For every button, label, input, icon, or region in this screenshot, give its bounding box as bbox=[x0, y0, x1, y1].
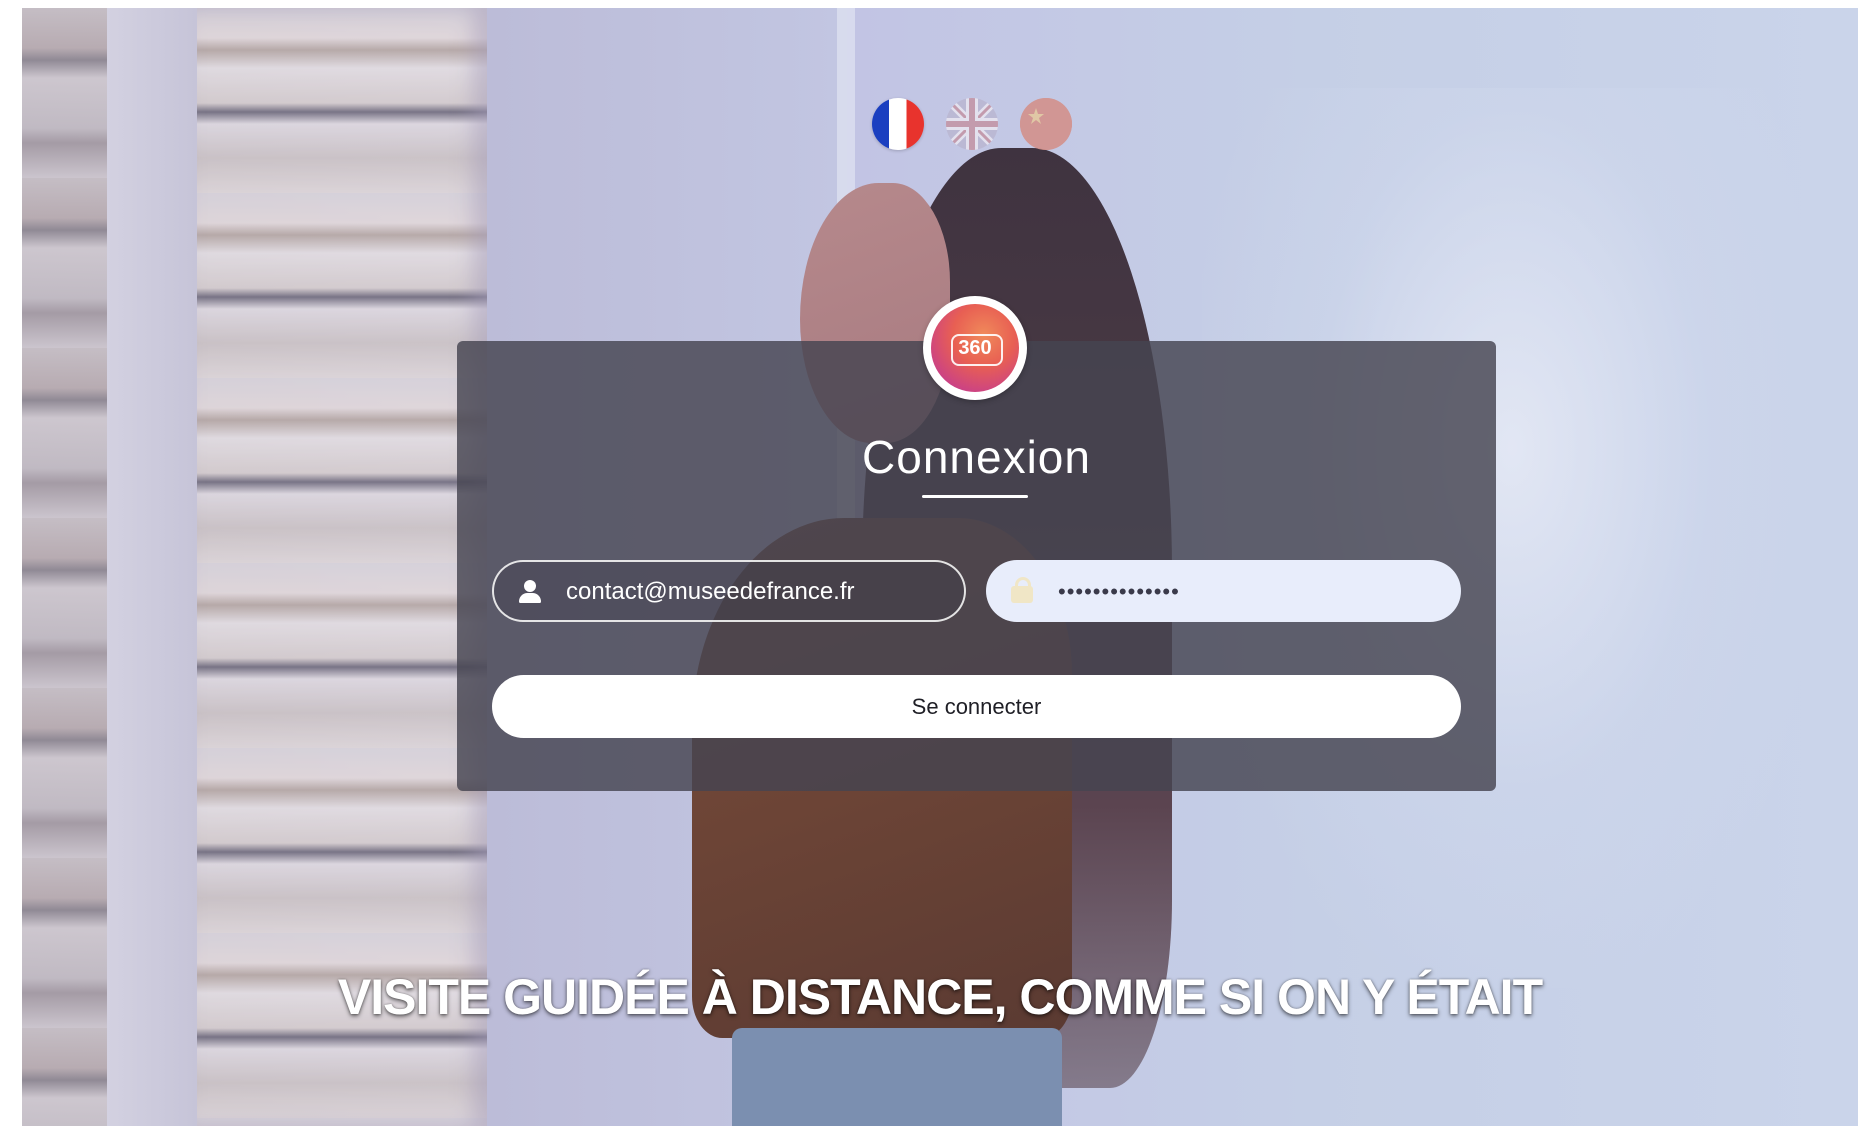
globe-360-logo: 360 bbox=[923, 296, 1027, 400]
bg-artwork-edge bbox=[22, 8, 107, 1126]
lock-icon bbox=[1008, 576, 1036, 604]
title-underline bbox=[922, 495, 1028, 498]
password-field[interactable] bbox=[986, 560, 1461, 622]
user-icon bbox=[516, 578, 544, 606]
email-field[interactable] bbox=[492, 560, 966, 622]
bg-wall-left bbox=[107, 8, 197, 1126]
password-input[interactable] bbox=[1056, 562, 1440, 622]
tagline: VISITE GUIDÉE À DISTANCE, COMME SI ON Y … bbox=[337, 969, 1543, 1025]
login-button[interactable]: Se connecter bbox=[492, 675, 1461, 738]
page-title: Connexion bbox=[862, 431, 1091, 483]
bg-person-jeans bbox=[732, 1028, 1062, 1126]
uk-flag-icon[interactable] bbox=[946, 98, 998, 150]
logo-text: 360 bbox=[958, 336, 992, 359]
france-flag-icon[interactable] bbox=[872, 98, 924, 150]
email-input[interactable] bbox=[564, 562, 948, 622]
china-flag-icon[interactable] bbox=[1020, 98, 1072, 150]
bg-artwork bbox=[197, 8, 487, 1126]
